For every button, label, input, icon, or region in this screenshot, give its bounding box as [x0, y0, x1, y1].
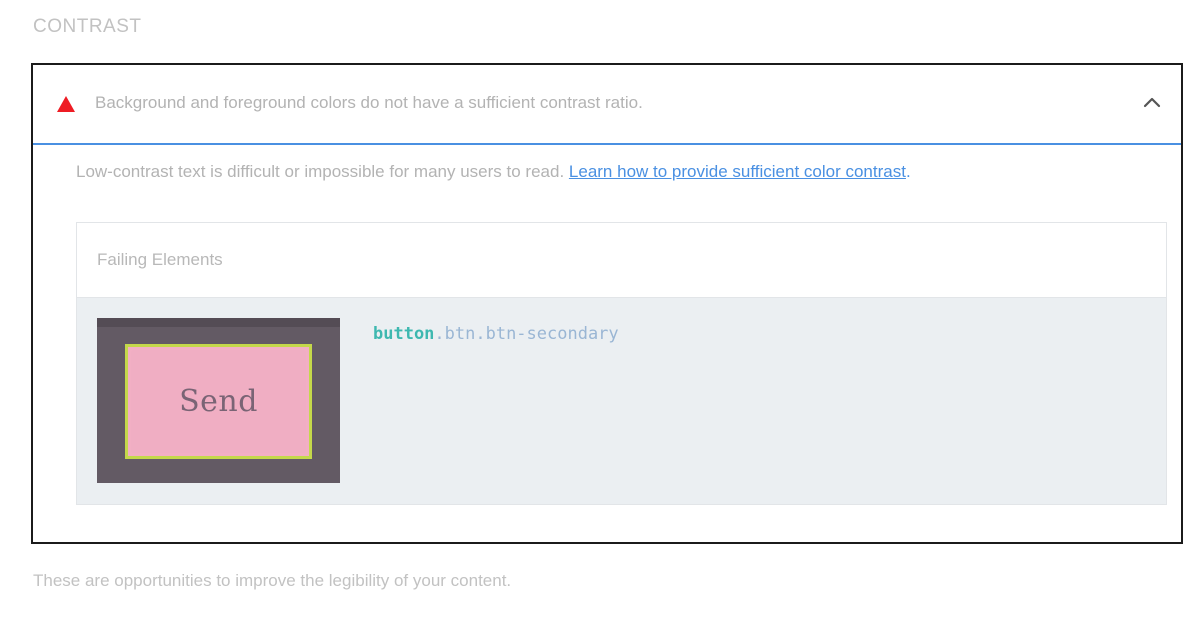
element-screenshot-thumbnail: Send: [97, 318, 340, 483]
section-title: CONTRAST: [33, 16, 142, 37]
warning-triangle-icon: [57, 96, 75, 112]
element-selector[interactable]: button.btn.btn-secondary: [373, 324, 619, 344]
failing-elements-title: Failing Elements: [97, 250, 223, 269]
link-suffix: .: [905, 162, 911, 181]
failing-element-row: Send button.btn.btn-secondary: [77, 297, 1166, 504]
audit-title: Background and foreground colors do not …: [95, 93, 643, 112]
audit-description: Low-contrast text is difficult or imposs…: [76, 162, 911, 182]
audit-description-text: Low-contrast text is difficult or imposs…: [76, 162, 565, 181]
selector-tag: button: [373, 324, 435, 344]
footer-note: These are opportunities to improve the l…: [33, 571, 512, 590]
learn-more-link[interactable]: Learn how to provide sufficient color co…: [569, 162, 906, 181]
element-highlight-box: Send: [125, 344, 312, 459]
audit-header[interactable]: Background and foreground colors do not …: [33, 65, 1181, 145]
page: CONTRAST Background and foreground color…: [0, 0, 1203, 624]
failing-elements-panel: Failing Elements Send button.btn.btn-sec…: [76, 222, 1167, 505]
audit-card: Background and foreground colors do not …: [31, 63, 1183, 544]
chevron-up-icon[interactable]: [1143, 95, 1161, 109]
thumbnail-send-button: Send: [131, 350, 306, 453]
failing-elements-header: Failing Elements: [77, 223, 1166, 297]
selector-classes: .btn.btn-secondary: [434, 324, 619, 344]
